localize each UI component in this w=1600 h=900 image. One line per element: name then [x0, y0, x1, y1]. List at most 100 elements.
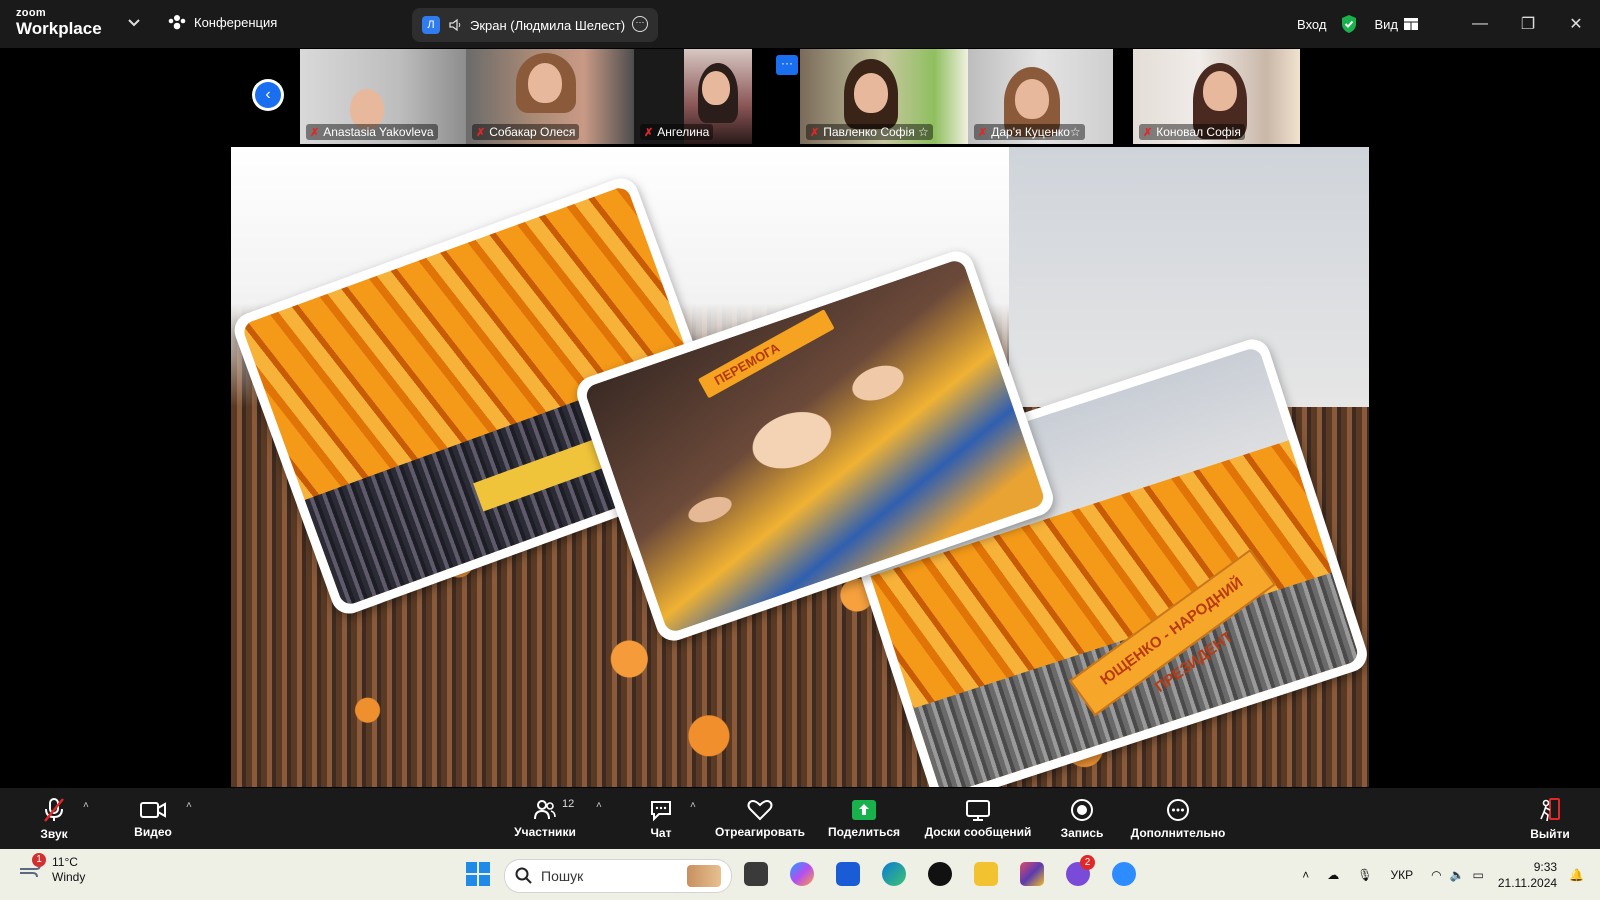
clock[interactable]: 9:33 21.11.2024	[1498, 859, 1557, 891]
encryption-shield-icon[interactable]	[1340, 14, 1358, 34]
chat-label: Чат	[650, 825, 672, 840]
video-options-caret[interactable]: ˄	[186, 800, 192, 811]
record-button[interactable]: Запись	[1061, 788, 1103, 849]
tiktok-icon[interactable]	[928, 862, 952, 886]
microphone-icon[interactable]: 🎙	[1357, 868, 1372, 882]
participant-name: Коновал Софія	[1156, 125, 1241, 139]
leave-button[interactable]: Выйти	[1530, 788, 1570, 849]
whiteboards-label: Доски сообщений	[924, 824, 1032, 839]
participant-tile[interactable]: ✗ Собакар Олеся	[466, 49, 634, 144]
participant-tile[interactable]: ✗ Ангелина	[634, 49, 752, 144]
weather-desc: Windy	[52, 870, 86, 884]
logo-top-text: zoom	[16, 7, 46, 19]
file-explorer-icon[interactable]	[974, 862, 998, 886]
share-label: Поделиться	[827, 824, 901, 839]
more-options-icon[interactable]: ···	[776, 55, 798, 75]
mic-muted-icon: ✗	[810, 126, 820, 139]
audio-label: Звук	[40, 826, 68, 841]
title-bar-right: Вход Вид — ❐ ✕	[1297, 0, 1600, 48]
copilot-icon[interactable]	[790, 862, 814, 886]
meeting-info-button[interactable]: Конференция	[168, 14, 277, 30]
taskbar-search-input[interactable]: Пошук	[504, 859, 732, 893]
windows-taskbar: 1 11°C Windy Пошук 2 ˄ ☁ 🎙 УКР ◠ 🔈 ▭ 9:3…	[0, 849, 1600, 900]
participant-name: Собакар Олеся	[489, 125, 576, 139]
share-screen-button[interactable]: Поделиться	[826, 788, 902, 849]
participant-name-label: ✗ Ангелина	[640, 124, 714, 140]
video-button[interactable]: Видео	[130, 788, 176, 849]
weather-alert-badge: 1	[32, 853, 46, 867]
mic-muted-icon: ✗	[978, 126, 988, 139]
language-indicator[interactable]: УКР	[1390, 868, 1413, 882]
photos-app-icon[interactable]	[1020, 862, 1044, 886]
more-options-icon[interactable]: ···	[632, 16, 648, 32]
store-icon[interactable]	[836, 862, 860, 886]
weather-widget[interactable]: 1 11°C Windy	[18, 853, 86, 885]
record-icon	[1071, 798, 1093, 821]
clock-date: 21.11.2024	[1497, 875, 1558, 890]
chat-button[interactable]: Чат	[644, 788, 678, 849]
view-button[interactable]: Вид	[1374, 17, 1398, 32]
leave-label: Выйти	[1530, 826, 1570, 841]
network-status-icon[interactable]: ☁	[1327, 868, 1339, 882]
wifi-icon[interactable]: ◠	[1431, 868, 1441, 882]
mic-muted-icon: ✗	[310, 126, 320, 139]
record-label: Запись	[1060, 825, 1104, 840]
minimize-button[interactable]: —	[1456, 0, 1504, 48]
audio-options-caret[interactable]: ˄	[83, 800, 89, 811]
grid-view-icon[interactable]	[1404, 18, 1418, 30]
share-screen-icon	[852, 799, 876, 820]
chat-icon	[651, 800, 671, 821]
more-icon	[1167, 798, 1189, 821]
mic-muted-icon	[44, 797, 64, 822]
participant-tile[interactable]: ✗ Дар'я Куценко☆	[968, 49, 1113, 144]
more-label: Дополнительно	[1130, 825, 1226, 840]
volume-icon[interactable]: 🔈	[1450, 868, 1465, 882]
task-view-icon[interactable]	[744, 862, 768, 886]
notifications-bell-icon[interactable]: 🔔	[1569, 868, 1584, 882]
chevron-left-icon: ‹	[255, 82, 281, 108]
participant-tile[interactable]: ✗ Anastasia Yakovleva	[300, 49, 466, 144]
leave-icon	[1540, 797, 1560, 821]
speaker-icon	[449, 18, 461, 32]
battery-icon[interactable]: ▭	[1473, 868, 1484, 882]
previous-participants-button[interactable]: ‹	[252, 79, 284, 111]
meeting-toolbar: Звук ˄ Видео ˄ Участники 12 ˄ Чат ˄ Отре…	[0, 788, 1600, 849]
chevron-down-icon[interactable]	[126, 14, 142, 30]
whiteboard-icon	[966, 799, 990, 821]
edge-icon[interactable]	[882, 862, 906, 886]
participant-tile[interactable]: ✗ Коновал Софія	[1133, 49, 1300, 144]
mic-muted-icon: ✗	[644, 126, 654, 139]
meeting-label: Конференция	[194, 14, 278, 30]
sharer-avatar: Л	[422, 16, 440, 34]
more-button[interactable]: Дополнительно	[1130, 788, 1226, 849]
weather-temp: 11°C	[52, 855, 78, 869]
title-bar: zoom Workplace Конференция Л Экран (Людм…	[0, 0, 1600, 48]
participant-name: Anastasia Yakovleva	[323, 125, 434, 139]
react-label: Отреагировать	[714, 824, 806, 839]
chevron-up-icon[interactable]: ˄	[1302, 868, 1309, 882]
zoom-app-icon[interactable]	[1112, 862, 1136, 886]
chat-options-caret[interactable]: ˄	[690, 800, 696, 811]
shared-screen: ЮЩЕНКО - НАРОДНИЙ ПРЕЗИДЕНТ ПЕРЕМОГА	[231, 147, 1369, 787]
restore-button[interactable]: ❐	[1504, 0, 1552, 48]
participant-name: Павленко Софія ☆	[823, 125, 929, 139]
whiteboards-button[interactable]: Доски сообщений	[922, 788, 1034, 849]
screen-share-indicator[interactable]: Л Экран (Людмила Шелест) ···	[412, 8, 658, 42]
audio-button[interactable]: Звук	[34, 788, 74, 849]
signin-link[interactable]: Вход	[1297, 17, 1326, 32]
search-highlight-icon	[687, 865, 721, 887]
zoom-logo: zoom Workplace	[16, 7, 102, 38]
react-button[interactable]: Отреагировать	[714, 788, 806, 849]
participants-count: 12	[562, 798, 575, 810]
participant-name-label: ✗ Павленко Софія ☆	[806, 124, 933, 140]
share-label: Экран (Людмила Шелест)	[470, 17, 626, 33]
participant-tile[interactable]: ✗ Павленко Софія ☆	[800, 49, 968, 144]
meeting-icon	[168, 15, 186, 30]
windows-start-icon[interactable]	[465, 861, 491, 887]
participants-icon	[534, 799, 556, 819]
participants-options-caret[interactable]: ˄	[596, 800, 602, 811]
heart-icon	[747, 799, 773, 820]
participant-name: Дар'я Куценко☆	[991, 125, 1081, 139]
participant-name-label: ✗ Собакар Олеся	[472, 124, 580, 140]
close-window-button[interactable]: ✕	[1552, 0, 1600, 48]
